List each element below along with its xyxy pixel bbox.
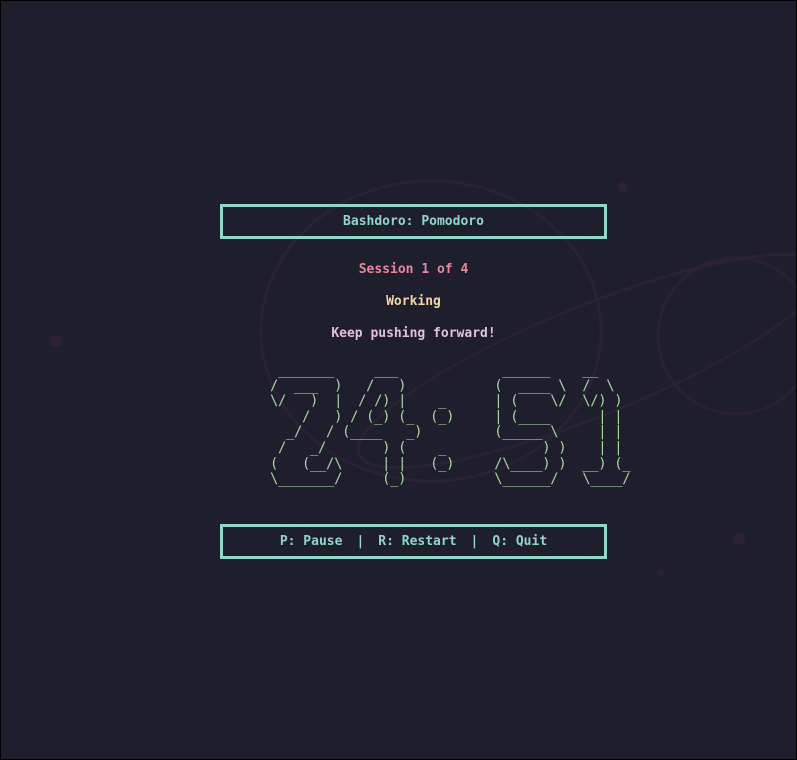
app-title-bar: Bashdoro: Pomodoro xyxy=(220,204,607,239)
separator: | xyxy=(356,534,365,549)
quit-control[interactable]: Q: Quit xyxy=(492,534,547,549)
status-label: Working xyxy=(386,294,441,309)
controls-bar: P: Pause | R: Restart | Q: Quit xyxy=(220,524,607,559)
pause-control[interactable]: P: Pause xyxy=(280,534,343,549)
countdown-timer: _______ ___ ______ __ / ___ ) / ) ( ____… xyxy=(270,362,631,488)
restart-control[interactable]: R: Restart xyxy=(378,534,456,549)
terminal-window: Bashdoro: Pomodoro Session 1 of 4 Workin… xyxy=(0,0,797,760)
motivation-message: Keep pushing forward! xyxy=(331,326,496,341)
session-counter: Session 1 of 4 xyxy=(358,262,469,277)
separator: | xyxy=(470,534,479,549)
app-title: Bashdoro: Pomodoro xyxy=(343,214,484,229)
